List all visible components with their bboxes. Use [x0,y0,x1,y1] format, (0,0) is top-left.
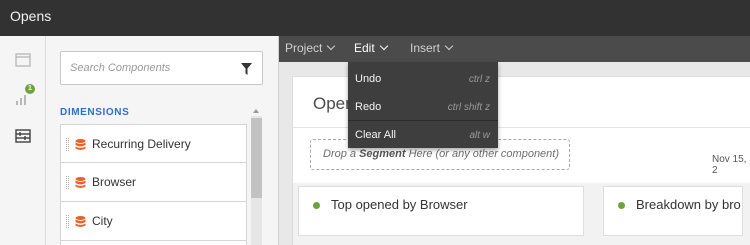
dimension-label: City [92,214,113,228]
menu-insert-label: Insert [410,41,441,55]
dimension-item-city[interactable]: City [60,202,247,241]
visualization-card[interactable]: Breakdown by bro [603,186,743,236]
filter-icon[interactable] [241,63,252,75]
menu-project-label: Project [285,41,323,55]
dimension-icon [75,216,86,227]
edit-dropdown-menu: Undo ctrl z Redo ctrl shift z Clear All … [348,62,498,148]
menu-edit[interactable]: Edit [354,41,388,55]
drop-zone-text: Drop a Segment Here (or any other compon… [323,148,559,160]
status-dot [313,202,320,209]
drop-zone-text-before: Drop a [323,148,360,160]
status-dot [618,202,625,209]
dimension-item-recurring-delivery[interactable]: Recurring Delivery [60,124,247,163]
menu-item-label: Redo [355,101,382,113]
drop-zone-text-bold: Segment [359,148,406,160]
dimensions-list: Recurring Delivery Browser City [60,124,247,245]
menu-item-shortcut: alt w [469,130,490,141]
menu-bar: Project Edit Insert [279,36,750,62]
menu-insert[interactable]: Insert [410,41,454,55]
date-range[interactable]: Nov 15, 2 [712,154,750,176]
left-rail: 1 [0,36,46,245]
menu-item-label: Clear All [355,129,396,141]
scrollbar-thumb[interactable] [251,118,262,198]
dimensions-header: DIMENSIONS [60,107,130,118]
dimension-icon [75,177,86,188]
card-title: Top opened by Browser [331,197,468,212]
menu-item-shortcut: ctrl shift z [447,102,490,113]
drop-zone-text-after: Here (or any other component) [405,148,560,160]
chevron-down-icon [327,41,336,51]
drag-handle-icon[interactable] [66,215,69,228]
visualization-card[interactable]: Top opened by Browser [298,186,584,236]
components-sidebar: Search Components DIMENSIONS Recurring D… [46,36,279,245]
dimension-label: Browser [92,175,137,189]
menu-project[interactable]: Project [285,41,336,55]
menu-item-redo[interactable]: Redo ctrl shift z [348,92,498,120]
menu-item-shortcut: ctrl z [468,74,490,85]
menu-edit-label: Edit [354,41,375,55]
drag-handle-icon[interactable] [66,138,69,151]
chevron-down-icon [379,41,388,51]
dimension-item-browser[interactable]: Browser [60,163,247,202]
drag-handle-icon[interactable] [66,176,69,189]
search-components-field[interactable]: Search Components [60,51,263,85]
panels-icon[interactable] [13,50,33,70]
dimension-icon [75,139,86,150]
dimension-item-partial[interactable] [60,241,247,245]
visualizations-badge: 1 [25,84,35,94]
menu-item-undo[interactable]: Undo ctrl z [348,64,498,92]
dimension-label: Recurring Delivery [92,137,191,151]
search-placeholder: Search Components [70,62,171,74]
menu-item-clear-all[interactable]: Clear All alt w [348,120,498,148]
scroll-up-arrow[interactable] [251,106,262,116]
menu-item-label: Undo [355,73,382,85]
chevron-down-icon [444,41,454,51]
components-icon[interactable] [13,126,33,146]
app-title: Opens [10,8,52,24]
card-title: Breakdown by bro [636,197,741,212]
app-header: Opens [0,0,750,36]
